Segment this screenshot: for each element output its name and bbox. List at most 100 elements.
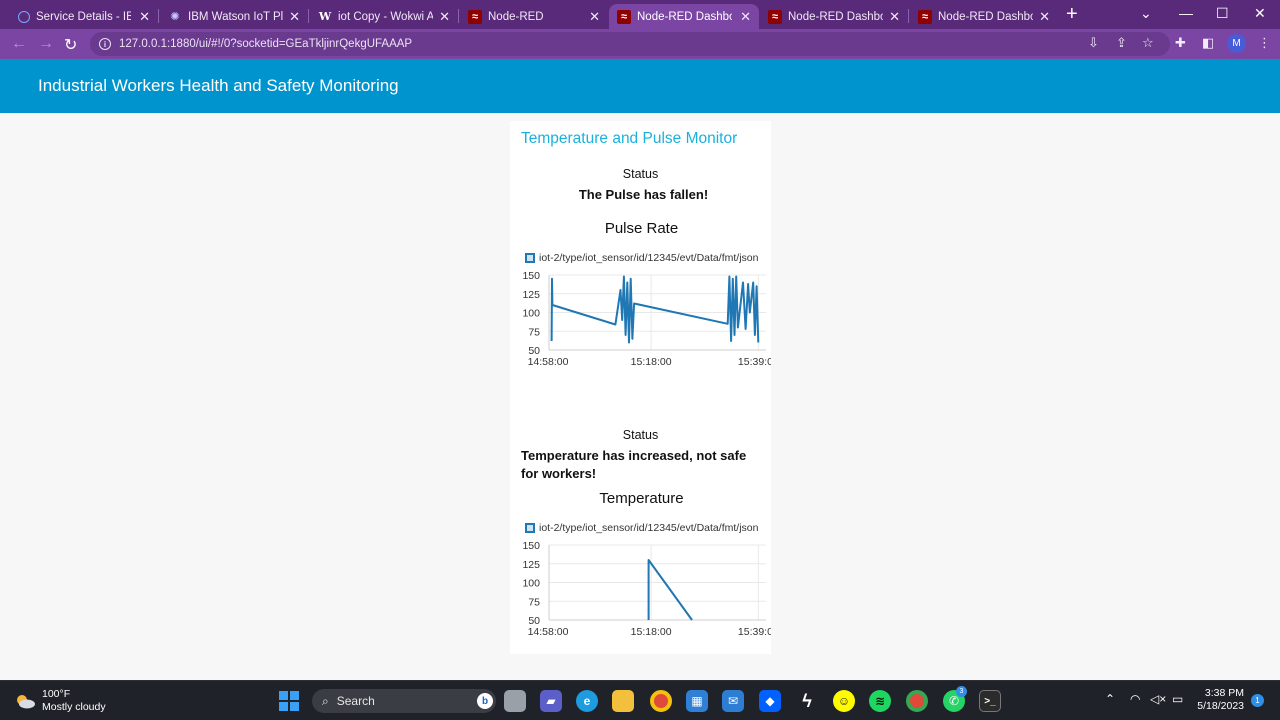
profile-avatar[interactable]: M [1227,34,1246,53]
group-title: Temperature and Pulse Monitor [521,130,738,147]
file-explorer-icon[interactable] [612,690,634,712]
legend-swatch [525,523,535,533]
snapchat-icon[interactable]: ☺ [833,690,855,712]
pulse-chart-y-tick-label: 100 [522,308,540,320]
temperature-legend-label: iot-2/type/iot_sensor/id/12345/evt/Data/… [539,522,759,534]
legend-swatch [525,253,535,263]
back-arrow-icon[interactable]: ← [11,35,27,53]
taskbar-clock[interactable]: 3:38 PM 5/18/2023 [1192,687,1244,713]
temperature-chart-y-tick-label: 100 [522,578,540,590]
wokwi-icon: W [318,10,332,23]
extensions-icon[interactable]: ✚ [1175,35,1186,51]
browser-tab-strip: Service Details - IBM C ✕ ✺ IBM Watson I… [0,0,1280,29]
chrome-profile-icon[interactable] [906,690,928,712]
pulse-status-label: Status [622,167,659,181]
side-panel-icon[interactable]: ◧ [1202,35,1214,51]
weather-widget[interactable]: 100°F Mostly cloudy [14,688,106,714]
close-icon[interactable]: ✕ [589,9,600,25]
temperature-chart-x-tick-label: 15:39:00 [738,626,771,638]
temperature-chart-y-tick-label: 150 [522,540,540,552]
battery-icon[interactable]: ▭ [1172,692,1183,706]
install-app-icon[interactable]: ⇩ [1088,35,1099,51]
spotify-icon[interactable]: ≋ [869,690,891,712]
microsoft-store-icon[interactable]: ▦ [686,690,708,712]
browser-toolbar: ← → ↻ i 127.0.0.1:1880/ui/#!/0?socketid=… [0,29,1280,59]
pulse-legend-label: iot-2/type/iot_sensor/id/12345/evt/Data/… [539,252,759,264]
node-red-icon: ≈ [468,9,482,24]
close-icon[interactable]: ✕ [740,9,751,25]
search-icon: ⌕ [322,693,329,708]
url-text: 127.0.0.1:1880/ui/#!/0?socketid=GEaTklji… [119,38,413,50]
minimize-icon[interactable]: — [1179,5,1193,21]
edge-icon[interactable]: e [576,690,598,712]
tab-service-details[interactable]: Service Details - IBM C ✕ [10,4,158,29]
tab-watson-iot[interactable]: ✺ IBM Watson IoT Platfo ✕ [160,4,308,29]
share-icon[interactable]: ⇪ [1116,35,1127,51]
pulse-chart-x-tick-label: 15:39:00 [738,356,771,368]
temperature-chart-x-tick-label: 15:18:00 [631,626,672,638]
chrome-icon[interactable] [650,690,672,712]
temperature-chart-y-tick-label: 125 [522,559,540,571]
task-view-icon[interactable] [504,690,526,712]
address-bar[interactable]: i 127.0.0.1:1880/ui/#!/0?socketid=GEaTkl… [90,32,1170,56]
bookmark-star-icon[interactable]: ☆ [1142,35,1154,51]
pulse-chart-series-line [550,275,760,344]
maximize-icon[interactable]: ☐ [1216,5,1229,22]
wifi-icon[interactable]: ◠ [1130,692,1140,706]
close-icon[interactable]: ✕ [139,9,150,25]
tab-wokwi[interactable]: W iot Copy - Wokwi Ardu ✕ [310,4,458,29]
tab-node-red[interactable]: ≈ Node-RED ✕ [460,4,608,29]
tab-search-chevron-icon[interactable]: ⌄ [1140,5,1152,22]
weather-description: Mostly cloudy [42,701,106,713]
temperature-status-label: Status [622,428,659,442]
pulse-chart-y-tick-label: 75 [528,326,540,338]
tab-node-red-dashboard-2[interactable]: ≈ Node-RED Dashboard ✕ [760,4,908,29]
pulse-chart-y-tick-label: 125 [522,289,540,301]
forward-arrow-icon[interactable]: → [38,35,54,53]
reload-icon[interactable]: ↻ [64,35,77,55]
close-window-icon[interactable]: ✕ [1254,5,1266,22]
close-icon[interactable]: ✕ [889,9,900,25]
tab-node-red-dashboard-3[interactable]: ≈ Node-RED Dashboard ✕ [910,4,1058,29]
temperature-chart-y-tick-label: 75 [528,596,540,608]
temperature-chart-legend[interactable]: iot-2/type/iot_sensor/id/12345/evt/Data/… [525,522,758,534]
teams-chat-icon[interactable]: ▰ [540,690,562,712]
temperature-chart-title: Temperature [599,490,684,507]
watson-icon: ✺ [170,11,180,23]
bing-icon: b [477,693,493,709]
cloud-sun-icon [14,693,36,709]
close-icon[interactable]: ✕ [439,9,450,25]
site-info-icon[interactable]: i [99,38,111,50]
lightning-app-icon[interactable]: ϟ [796,690,818,712]
pulse-rate-chart: 507510012515014:58:0015:18:0015:39:00 [522,270,771,368]
clock-time: 3:38 PM [1204,687,1244,699]
cloud-icon [18,10,30,23]
whatsapp-badge: 3 [956,686,967,697]
node-red-icon: ≈ [768,9,782,24]
monitor-group-card: Temperature and Pulse Monitor Status The… [510,121,771,654]
dropbox-icon[interactable]: ◆ [759,690,781,712]
close-icon[interactable]: ✕ [1039,9,1050,25]
new-tab-plus-icon[interactable]: + [1066,3,1078,26]
node-red-icon: ≈ [617,9,631,24]
terminal-icon[interactable]: >_ [979,690,1001,712]
close-icon[interactable]: ✕ [289,9,300,25]
tab-node-red-dashboard-active[interactable]: ≈ Node-RED Dashboard ✕ [609,4,759,29]
pulse-chart-x-tick-label: 15:18:00 [631,356,672,368]
show-hidden-icons-chevron-icon[interactable]: ⌃ [1105,692,1115,706]
notification-badge[interactable]: 1 [1251,694,1264,707]
temperature-chart: 507510012515014:58:0015:18:0015:39:00 [522,540,771,638]
taskbar-search-box[interactable]: ⌕ Search b [312,689,496,713]
node-red-icon: ≈ [918,9,932,24]
weather-temperature: 100°F [42,688,71,700]
pulse-chart-x-tick-label: 14:58:00 [528,356,569,368]
volume-muted-icon[interactable]: ◁× [1150,692,1166,706]
pulse-chart-legend[interactable]: iot-2/type/iot_sensor/id/12345/evt/Data/… [525,252,758,264]
pulse-chart-title: Pulse Rate [604,220,679,237]
search-label: Search [336,694,375,708]
mail-icon[interactable]: ✉ [722,690,744,712]
browser-menu-icon[interactable]: ⋮ [1258,35,1271,51]
windows-start-icon[interactable] [279,691,299,711]
temperature-status-value: Temperature has increased, not safe for … [521,448,747,481]
dashboard-header: Industrial Workers Health and Safety Mon… [0,59,1280,113]
